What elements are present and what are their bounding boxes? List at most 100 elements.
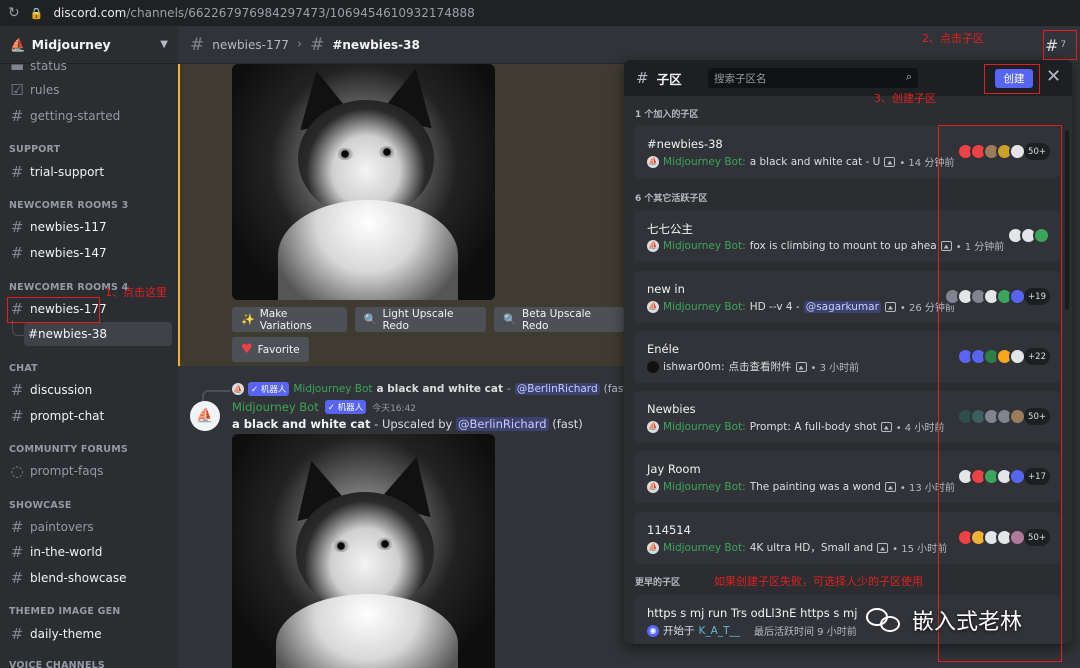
channel-getting-started[interactable]: # getting-started	[6, 104, 172, 128]
cat-image-2[interactable]	[232, 434, 495, 668]
thread-last-author: Midjourney Bot:	[663, 300, 746, 313]
thread-hash-icon: #	[10, 407, 24, 425]
bot-avatar-small: ⛵	[647, 541, 659, 554]
thread-starter[interactable]: K_A_T__	[699, 625, 740, 637]
section-joined: 1 个加入的子区	[635, 110, 699, 120]
channel-prompt-chat[interactable]: # prompt-chat	[6, 404, 172, 428]
hash-icon: #	[10, 518, 24, 536]
image-icon	[795, 361, 807, 372]
annotation-box-step2	[1043, 30, 1077, 60]
channel-trial-support[interactable]: # trial-support	[6, 160, 172, 184]
bot-badge: ✓ 机器人	[324, 400, 367, 414]
forum-icon: ◌	[10, 462, 24, 480]
cat-image-1[interactable]	[232, 64, 495, 300]
thread-last-message: 点击查看附件	[728, 361, 792, 373]
thread-last-message: a black and white cat - U	[749, 155, 881, 168]
bot-avatar-small: ⛵	[647, 300, 659, 313]
thread-hash-icon: #	[190, 34, 205, 55]
reply-mention[interactable]: @BerlinRichard	[514, 383, 600, 395]
thread-last-author: Midjourney Bot:	[663, 480, 746, 493]
heart-icon: ♥	[241, 342, 253, 357]
message-author[interactable]: Midjourney Bot	[232, 400, 319, 414]
threads-panel-title: 子区	[656, 71, 682, 87]
bot-avatar-small: ⛵	[647, 420, 659, 433]
thread-name: #newbies-38	[647, 137, 723, 151]
thread-last-message: HD --v 4 -	[749, 300, 800, 313]
upscaled-by-text: - Upscaled by	[370, 417, 457, 431]
thread-name: Enéle	[647, 342, 679, 356]
thread-last-message: The painting was a wond	[749, 480, 881, 493]
bot-badge: ✓ 机器人	[248, 382, 290, 396]
thread-last-author: Midjourney Bot:	[663, 155, 746, 168]
bot-avatar-small: ⛵	[232, 383, 244, 395]
magnifier-icon: 🔍	[363, 313, 378, 326]
channel-paintovers[interactable]: # paintovers	[6, 515, 172, 539]
favorite-row: ♥ Favorite	[232, 337, 309, 362]
chevron-down-icon: ▼	[160, 39, 168, 50]
announcement-icon: ▬	[10, 57, 25, 75]
wechat-logo-icon	[866, 606, 904, 634]
thread-last-author: Midjourney Bot:	[663, 541, 746, 554]
discord-icon: ◉	[647, 624, 659, 637]
close-icon[interactable]: ✕	[1046, 66, 1061, 87]
thread-name: 114514	[647, 523, 691, 537]
watermark-text: 嵌入式老林	[912, 610, 1023, 635]
bot-avatar-small: ⛵	[647, 155, 659, 168]
channel-daily-theme[interactable]: # daily-theme	[6, 622, 172, 646]
server-name: Midjourney	[31, 37, 111, 52]
user-mention[interactable]: @BerlinRichard	[456, 417, 549, 431]
checkbox-icon: ☑	[10, 81, 24, 99]
channel-discussion[interactable]: # discussion	[6, 378, 172, 402]
url-text[interactable]: discord.com/channels/662267976984297473/…	[53, 6, 474, 20]
thread-last-active: 最后活跃时间 9 小时前	[753, 627, 857, 638]
avatar[interactable]: ⛵	[190, 401, 220, 431]
category-themed-image-gen[interactable]: THEMED IMAGE GEN	[9, 606, 120, 617]
annotation-step3: 3、创建子区	[874, 92, 936, 105]
channel-newbies-147[interactable]: # newbies-147	[6, 241, 172, 265]
thread-name: Newbies	[647, 402, 696, 416]
beta-upscale-redo-button[interactable]: 🔍 Beta Upscale Redo	[494, 307, 624, 332]
image-icon	[880, 421, 892, 432]
upscale-button-row: ✨ Make Variations 🔍 Light Upscale Redo 🔍 Be…	[232, 307, 624, 332]
lock-icon: 🔒	[29, 6, 44, 20]
message-timestamp: 今天16:42	[372, 403, 417, 414]
bot-avatar-small: ⛵	[647, 480, 659, 493]
annotation-step1: 1、点击这里	[105, 286, 167, 299]
thread-hash-icon: #	[10, 625, 24, 643]
category-support[interactable]: SUPPORT	[9, 144, 60, 155]
thread-search-input[interactable]: 搜索子区名 ⌕	[708, 68, 918, 88]
channel-status[interactable]: ▬ status	[6, 54, 172, 78]
fast-text: (fast)	[548, 417, 583, 431]
category-newcomer-3[interactable]: NEWCOMER ROOMS 3	[9, 200, 128, 211]
thread-time: • 3 小时前	[810, 363, 860, 374]
magnifier-icon: 🔍	[503, 313, 518, 326]
reply-author[interactable]: Midjourney Bot	[293, 383, 372, 395]
make-variations-button[interactable]: ✨ Make Variations	[232, 307, 347, 332]
category-chat[interactable]: CHAT	[9, 363, 38, 374]
user-mention[interactable]: @sagarkumar	[803, 300, 881, 313]
channel-rules[interactable]: ☑ rules	[6, 78, 172, 102]
breadcrumb-parent-channel[interactable]: newbies-177	[212, 38, 289, 52]
message-list: ✨ Make Variations 🔍 Light Upscale Redo 🔍 Be…	[178, 64, 624, 668]
category-showcase[interactable]: SHOWCASE	[9, 500, 72, 511]
channel-prompt-faqs[interactable]: ◌ prompt-faqs	[6, 459, 172, 483]
category-voice-channels[interactable]: VOICE CHANNELS	[9, 660, 105, 668]
scrollbar[interactable]	[1065, 130, 1069, 310]
thread-newbies-38[interactable]: #newbies-38	[24, 322, 172, 346]
thread-name: https s mj run Trs odLl3nE https s mj	[647, 606, 858, 620]
message-content: a black and white cat - Upscaled by @Ber…	[232, 417, 583, 431]
annotation-step2: 2、点击子区	[922, 32, 984, 45]
reply-text: a black and white cat	[376, 383, 503, 395]
favorite-button[interactable]: ♥ Favorite	[232, 337, 309, 362]
channel-sidebar: ⛵ Midjourney ▼ ▬ status ☑ rules # getting-s…	[0, 26, 178, 668]
channel-blend-showcase[interactable]: # blend-showcase	[6, 566, 172, 590]
reload-icon[interactable]: ↻	[8, 5, 20, 21]
reply-reference[interactable]: ⛵ ✓ 机器人 Midjourney Bot a black and white…	[202, 382, 624, 402]
section-active: 6 个其它活跃子区	[635, 194, 708, 204]
browser-address-bar[interactable]: ↻ 🔒 discord.com/channels/662267976984297…	[0, 0, 1080, 26]
annotation-box-step3	[984, 64, 1040, 94]
channel-newbies-117[interactable]: # newbies-117	[6, 215, 172, 239]
category-community-forums[interactable]: COMMUNITY FORUMS	[9, 444, 128, 455]
light-upscale-redo-button[interactable]: 🔍 Light Upscale Redo	[354, 307, 487, 332]
channel-in-the-world[interactable]: # in-the-world	[6, 540, 172, 564]
